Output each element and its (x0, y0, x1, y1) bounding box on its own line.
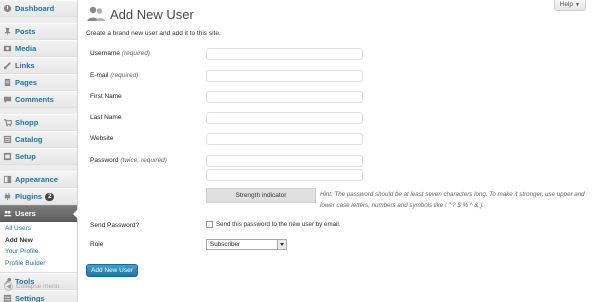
checkbox-box[interactable] (206, 221, 213, 228)
collapse-arrow-icon: ◀ (4, 282, 13, 291)
menu-label: Settings (15, 294, 45, 302)
last-name-label: Last Name (90, 114, 122, 121)
menu-item-comments[interactable]: Comments (0, 91, 77, 108)
pushpin-icon (3, 27, 12, 36)
menu-item-pages[interactable]: Pages (0, 74, 77, 91)
password-confirm-field[interactable] (206, 169, 363, 181)
page-title: Add New User (110, 6, 194, 22)
website-field[interactable] (206, 133, 363, 145)
users-icon (86, 4, 106, 24)
menu-label: Appearance (15, 175, 58, 184)
submenu-your-profile[interactable]: Your Profile (0, 246, 77, 258)
menu-item-posts[interactable]: Posts (0, 23, 77, 40)
dropdown-arrow-icon (277, 240, 286, 249)
menu-item-plugins[interactable]: Plugins 2 (0, 188, 77, 205)
menu-item-users[interactable]: Users (0, 205, 78, 222)
menu-label: Catalog (15, 135, 43, 144)
password-field[interactable] (206, 155, 363, 167)
email-field[interactable] (206, 70, 363, 82)
menu-item-media[interactable]: Media (0, 40, 77, 57)
chevron-down-icon: ▼ (575, 2, 580, 8)
menu-label: Users (15, 209, 36, 218)
media-icon (3, 44, 12, 53)
catalog-icon (3, 135, 12, 144)
menu-item-shopp[interactable]: Shopp (0, 114, 77, 131)
menu-label: Links (15, 61, 35, 70)
collapse-menu-button[interactable]: ◀ Collapse menu (4, 282, 59, 291)
page-intro: Create a brand new user and add it to th… (86, 30, 221, 37)
menu-item-settings[interactable]: Settings (0, 290, 77, 302)
website-label: Website (90, 135, 114, 142)
page-icon (3, 78, 12, 87)
users-submenu: All Users Add New Your Profile Profile B… (0, 222, 77, 273)
menu-label: Plugins (15, 192, 43, 201)
first-name-label: First Name (90, 93, 122, 100)
admin-sidebar: Dashboard Posts Media Links Pages Commen… (0, 0, 78, 302)
plugin-icon (3, 192, 12, 201)
menu-item-dashboard[interactable]: Dashboard (0, 0, 77, 17)
users-icon (3, 209, 12, 218)
setup-icon (3, 152, 12, 161)
last-name-field[interactable] (206, 112, 363, 124)
menu-item-links[interactable]: Links (0, 57, 77, 74)
menu-item-catalog[interactable]: Catalog (0, 131, 77, 148)
menu-item-setup[interactable]: Setup (0, 148, 77, 165)
help-label: Help (559, 1, 574, 8)
send-password-label: Send Password? (90, 222, 140, 229)
update-count-badge: 2 (45, 192, 55, 201)
comment-icon (3, 95, 12, 104)
password-hint: Hint: The password should be at least se… (320, 191, 585, 209)
username-field[interactable] (206, 48, 363, 60)
send-password-text: Send this password to the new user by em… (216, 221, 341, 228)
menu-label: Shopp (15, 118, 39, 127)
password-strength-indicator: Strength indicator (206, 188, 316, 203)
add-new-user-button[interactable]: Add New User (86, 264, 138, 277)
dashboard-icon (3, 4, 12, 13)
collapse-label: Collapse menu (16, 283, 60, 290)
role-select[interactable]: Subscriber (206, 239, 287, 250)
menu-label: Pages (15, 78, 38, 87)
send-password-checkbox[interactable]: Send this password to the new user by em… (206, 221, 341, 228)
first-name-field[interactable] (206, 91, 363, 103)
role-value: Subscriber (210, 241, 241, 248)
help-button[interactable]: Help ▼ (553, 0, 586, 11)
menu-label: Dashboard (15, 4, 55, 13)
submenu-add-new[interactable]: Add New (0, 235, 77, 247)
submenu-all-users[interactable]: All Users (0, 223, 77, 235)
role-label: Role (90, 241, 104, 248)
submenu-profile-builder[interactable]: Profile Builder (0, 258, 77, 270)
page-header: Add New User (86, 4, 194, 24)
settings-icon (3, 294, 12, 302)
menu-item-appearance[interactable]: Appearance (0, 171, 77, 188)
shopp-icon (3, 118, 12, 127)
menu-label: Comments (15, 95, 54, 104)
menu-label: Media (15, 44, 37, 53)
link-icon (3, 61, 12, 70)
password-label: Password (twice, required) (90, 157, 167, 164)
menu-label: Posts (15, 27, 36, 36)
appearance-icon (3, 175, 12, 184)
email-label: E-mail (required) (90, 72, 139, 79)
username-label: Username (required) (90, 50, 150, 57)
menu-label: Setup (15, 152, 36, 161)
